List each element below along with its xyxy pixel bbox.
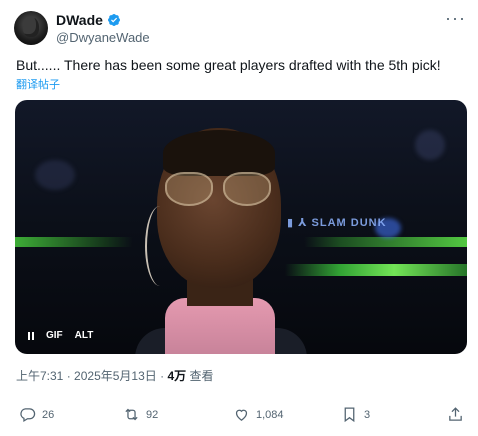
- translate-link[interactable]: 翻译帖子: [16, 76, 60, 92]
- media-controls: GIF ALT: [28, 330, 93, 341]
- reply-count: 26: [42, 408, 55, 421]
- tweet-date[interactable]: 2025年5月13日: [74, 369, 157, 383]
- repost-icon: [125, 408, 138, 421]
- verified-badge-icon: [107, 14, 120, 26]
- reply-icon: [20, 408, 36, 423]
- more-options-icon[interactable]: ···: [445, 9, 466, 27]
- share-icon: [449, 407, 462, 421]
- glasses-shape: [165, 172, 273, 208]
- meta-separator: ·: [160, 369, 165, 383]
- bokeh-light: [415, 130, 445, 160]
- avatar[interactable]: [14, 11, 48, 45]
- views-label[interactable]: 查看: [189, 369, 213, 383]
- author-display-name[interactable]: DWade: [56, 12, 103, 28]
- pause-icon[interactable]: [28, 331, 34, 340]
- bookmark-count: 3: [364, 408, 371, 421]
- gif-label[interactable]: GIF: [46, 330, 63, 341]
- bookmark-button[interactable]: 3: [341, 406, 370, 423]
- hair-shape: [163, 130, 275, 176]
- person-in-gif: [135, 128, 307, 354]
- glasses-lens-left: [165, 172, 213, 206]
- tweet-text: But...... There has been some great play…: [16, 57, 441, 73]
- meta-separator: ·: [66, 369, 71, 383]
- turtleneck-shape: [165, 298, 275, 354]
- reply-button[interactable]: 26: [19, 406, 54, 423]
- repost-button[interactable]: 92: [123, 406, 158, 423]
- bokeh-light: [35, 160, 75, 190]
- bookmark-icon: [344, 407, 355, 423]
- heart-icon: [235, 409, 248, 421]
- alt-label[interactable]: ALT: [75, 330, 94, 341]
- like-count: 1,084: [256, 408, 284, 421]
- headset-mic-shape: [145, 206, 175, 286]
- tweet-header: DWade @DwyaneWade ···: [14, 9, 466, 47]
- repost-count: 92: [146, 408, 159, 421]
- tweet-time[interactable]: 上午7:31: [16, 369, 63, 383]
- author-handle[interactable]: @DwyaneWade: [56, 30, 150, 45]
- views-count[interactable]: 4万: [167, 369, 186, 383]
- avatar-figure: [23, 17, 39, 37]
- glasses-lens-right: [223, 172, 271, 206]
- author-name-row: DWade: [56, 12, 121, 28]
- tweet-meta: 上午7:31 · 2025年5月13日 · 4万 查看: [16, 367, 214, 384]
- share-button[interactable]: [447, 406, 464, 423]
- action-bar: 26 92 1,084 3: [19, 406, 465, 426]
- like-button[interactable]: 1,084: [233, 406, 284, 423]
- arena-light-stripe-lower: [285, 264, 467, 276]
- media-gif[interactable]: ▮ ⅄ SLAM DUNK GIF ALT: [15, 100, 467, 354]
